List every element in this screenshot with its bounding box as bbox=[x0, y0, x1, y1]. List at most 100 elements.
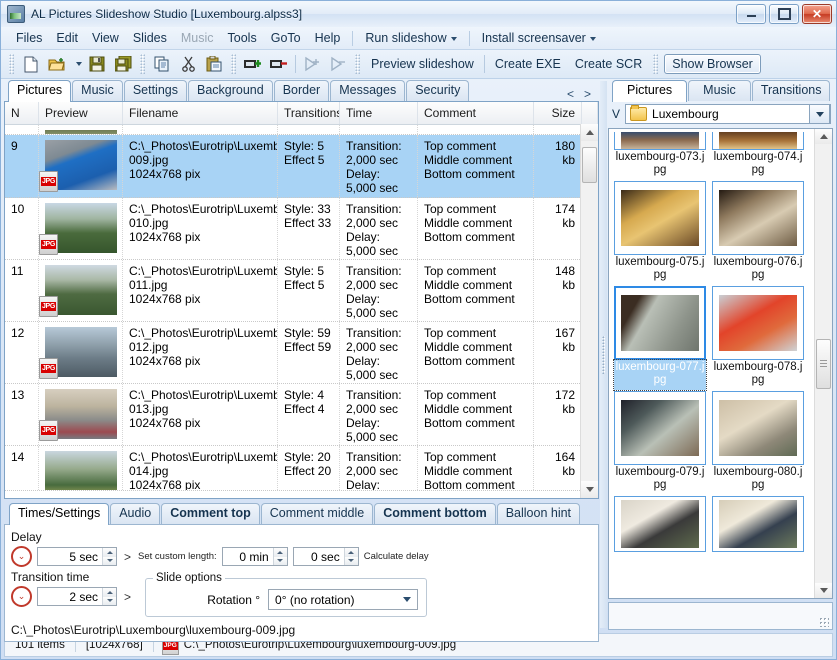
tab-comment-middle[interactable]: Comment middle bbox=[261, 503, 373, 524]
menu-tools[interactable]: Tools bbox=[221, 28, 264, 48]
clock-icon[interactable]: ⌄ bbox=[11, 586, 32, 607]
clock-icon[interactable]: ⌄ bbox=[11, 546, 32, 567]
seconds-increment-icon[interactable] bbox=[345, 548, 358, 557]
delay-increment-icon[interactable] bbox=[103, 548, 116, 557]
menu-goto[interactable]: GoTo bbox=[264, 28, 308, 48]
column-header-filename[interactable]: Filename bbox=[123, 102, 278, 124]
thumbnail-image[interactable]: JPG bbox=[45, 203, 117, 253]
table-row[interactable]: 14 C:\_Photos\Eurotrip\Luxembourg\luxemb… bbox=[5, 446, 598, 491]
rotation-select[interactable]: 0° (no rotation) bbox=[268, 589, 418, 610]
table-row-partial[interactable] bbox=[5, 125, 598, 135]
browser-tab-pictures[interactable]: Pictures bbox=[612, 80, 687, 102]
show-browser-button[interactable]: Show Browser bbox=[664, 54, 761, 74]
tab-audio[interactable]: Audio bbox=[110, 503, 160, 524]
scroll-down-arrow-icon[interactable] bbox=[581, 481, 598, 498]
preview-slideshow-button[interactable]: Preview slideshow bbox=[364, 54, 481, 74]
scroll-up-arrow-icon[interactable] bbox=[581, 124, 598, 141]
paste-icon[interactable] bbox=[202, 53, 226, 75]
tab-security[interactable]: Security bbox=[406, 80, 469, 101]
menu-install-screensaver[interactable]: Install screensaver bbox=[475, 28, 603, 48]
transition-time-spinner[interactable]: 2 sec bbox=[37, 587, 117, 606]
custom-minutes-spinner[interactable]: 0 min bbox=[222, 547, 288, 566]
thumbnail-image[interactable]: JPG bbox=[45, 265, 117, 315]
list-item[interactable]: luxembourg-074.jpg bbox=[712, 132, 804, 180]
drive-letter-label[interactable]: V bbox=[610, 107, 620, 121]
column-header-preview[interactable]: Preview bbox=[39, 102, 123, 124]
tab-times-settings[interactable]: Times/Settings bbox=[9, 503, 109, 525]
delay-spinner[interactable]: 5 sec bbox=[37, 547, 117, 566]
transition-stepper[interactable] bbox=[102, 588, 116, 605]
create-exe-button[interactable]: Create EXE bbox=[488, 54, 568, 74]
list-item[interactable]: luxembourg-080.jpg bbox=[712, 391, 804, 495]
delay-expand-arrow[interactable]: > bbox=[122, 550, 133, 564]
list-item[interactable]: luxembourg-076.jpg bbox=[712, 181, 804, 285]
scrollbar-thumb[interactable] bbox=[816, 339, 831, 389]
tab-comment-bottom[interactable]: Comment bottom bbox=[374, 503, 495, 524]
minimize-button[interactable] bbox=[736, 4, 766, 24]
table-row[interactable]: 12 JPG C:\_Photos\Eurotrip\Luxembourg\lu… bbox=[5, 322, 598, 384]
create-scr-button[interactable]: Create SCR bbox=[568, 54, 649, 74]
transition-expand-arrow[interactable]: > bbox=[122, 590, 133, 604]
thumbnail-frame[interactable] bbox=[614, 132, 706, 150]
table-row[interactable]: 13 JPG C:\_Photos\Eurotrip\Luxembourg\lu… bbox=[5, 384, 598, 446]
menu-run-slideshow[interactable]: Run slideshow bbox=[358, 28, 463, 48]
menu-edit[interactable]: Edit bbox=[49, 28, 85, 48]
chevron-down-icon[interactable] bbox=[809, 104, 830, 124]
thumbnail-frame[interactable] bbox=[614, 391, 706, 465]
tab-background[interactable]: Background bbox=[188, 80, 273, 101]
thumbnail-frame[interactable] bbox=[712, 391, 804, 465]
list-item[interactable]: luxembourg-075.jpg bbox=[614, 181, 706, 285]
tab-scroll-right-icon[interactable]: > bbox=[584, 87, 591, 101]
toolbar-grip[interactable] bbox=[9, 54, 14, 74]
delay-stepper[interactable] bbox=[102, 548, 116, 565]
thumbnail-image[interactable]: JPG bbox=[45, 327, 117, 377]
custom-seconds-spinner[interactable]: 0 sec bbox=[293, 547, 359, 566]
minutes-increment-icon[interactable] bbox=[274, 548, 287, 557]
tab-comment-top[interactable]: Comment top bbox=[161, 503, 260, 524]
cut-icon[interactable] bbox=[176, 53, 200, 75]
thumbnail-frame[interactable] bbox=[614, 286, 706, 360]
thumbnail-frame[interactable] bbox=[712, 132, 804, 150]
thumbnail-frame[interactable] bbox=[712, 286, 804, 360]
list-item[interactable]: luxembourg-079.jpg bbox=[614, 391, 706, 495]
table-row[interactable]: 11 JPG C:\_Photos\Eurotrip\Luxembourg\lu… bbox=[5, 260, 598, 322]
chevron-down-icon[interactable] bbox=[397, 597, 417, 602]
custom-minutes-value[interactable]: 0 min bbox=[223, 548, 273, 565]
thumbnail-frame[interactable] bbox=[614, 496, 706, 552]
close-button[interactable]: ✕ bbox=[802, 4, 832, 24]
tab-scroll-left-icon[interactable]: < bbox=[567, 87, 574, 101]
tab-settings[interactable]: Settings bbox=[124, 80, 187, 101]
menu-help[interactable]: Help bbox=[308, 28, 348, 48]
browser-vertical-scrollbar[interactable] bbox=[814, 129, 832, 598]
thumbnail-frame[interactable] bbox=[712, 496, 804, 552]
transition-decrement-icon[interactable] bbox=[103, 597, 116, 606]
toolbar-grip-3[interactable] bbox=[231, 54, 236, 74]
transition-time-value[interactable]: 2 sec bbox=[38, 588, 102, 605]
delay-value[interactable]: 5 sec bbox=[38, 548, 102, 565]
remove-slide-icon[interactable] bbox=[267, 53, 291, 75]
browser-tab-transitions[interactable]: Transitions bbox=[752, 80, 831, 101]
list-item[interactable] bbox=[614, 496, 706, 552]
thumbnail-image[interactable]: JPG bbox=[45, 140, 117, 190]
column-header-n[interactable]: N bbox=[5, 102, 39, 124]
tab-pictures[interactable]: Pictures bbox=[8, 80, 71, 102]
pane-splitter[interactable] bbox=[600, 81, 607, 628]
list-item[interactable]: luxembourg-078.jpg bbox=[712, 286, 804, 390]
list-item[interactable]: luxembourg-073.jpg bbox=[614, 132, 706, 180]
custom-seconds-value[interactable]: 0 sec bbox=[294, 548, 344, 565]
maximize-button[interactable] bbox=[769, 4, 799, 24]
thumbnail-frame[interactable] bbox=[614, 181, 706, 255]
menu-files[interactable]: Files bbox=[9, 28, 49, 48]
resize-grip-icon[interactable] bbox=[819, 617, 829, 627]
new-document-icon[interactable] bbox=[19, 53, 43, 75]
open-dropdown-icon[interactable] bbox=[71, 53, 83, 75]
scrollbar-thumb[interactable] bbox=[582, 147, 597, 183]
list-item[interactable] bbox=[712, 496, 804, 552]
save-icon[interactable] bbox=[85, 53, 109, 75]
list-vertical-scrollbar[interactable] bbox=[580, 124, 598, 498]
toolbar-grip-2[interactable] bbox=[140, 54, 145, 74]
add-slide-icon[interactable] bbox=[241, 53, 265, 75]
tab-border[interactable]: Border bbox=[274, 80, 330, 101]
minutes-decrement-icon[interactable] bbox=[274, 557, 287, 566]
list-item[interactable]: luxembourg-077.jpg bbox=[614, 286, 706, 390]
